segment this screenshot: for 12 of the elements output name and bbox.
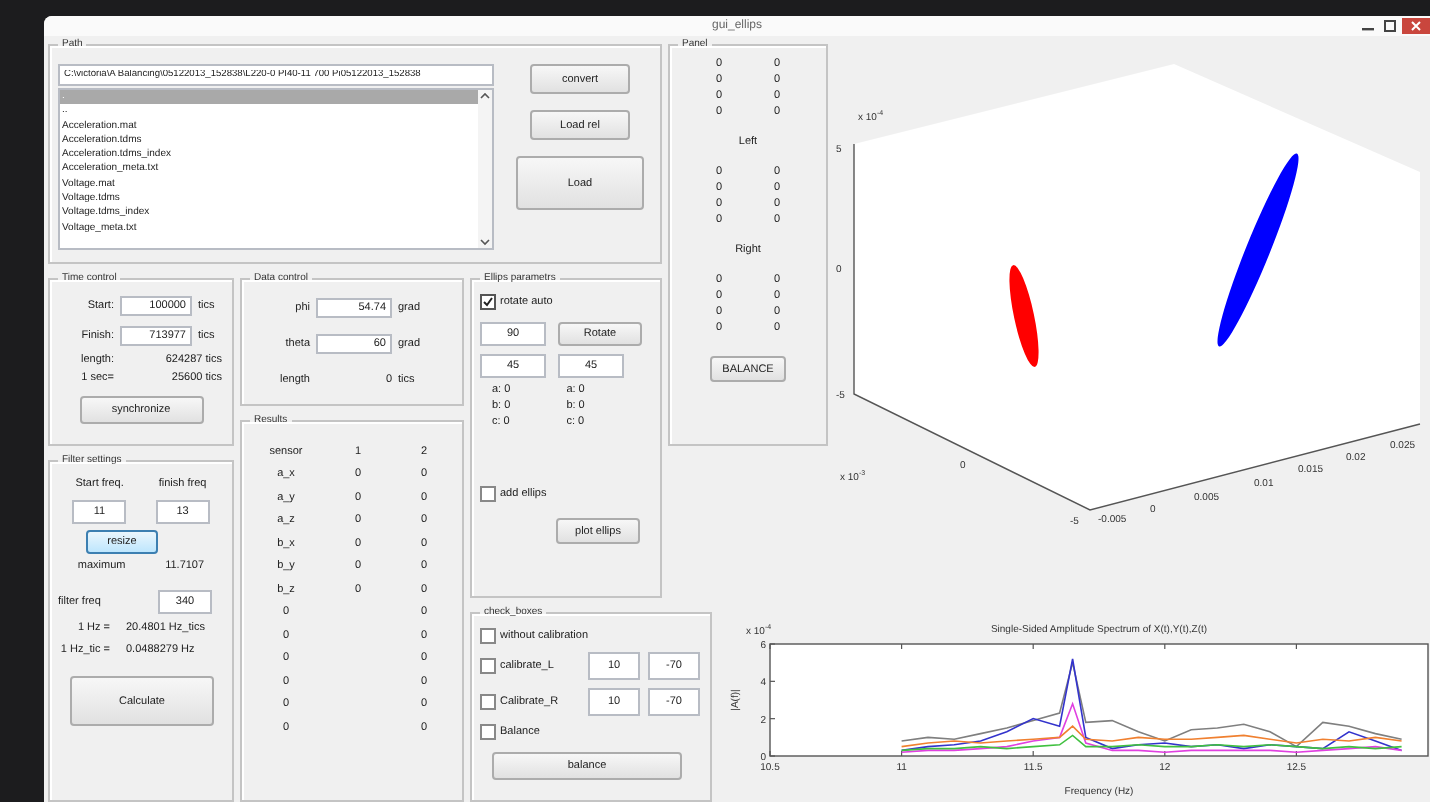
scroll-up-icon[interactable]: [478, 90, 492, 102]
checkbox[interactable]: [480, 486, 496, 502]
scroll-down-icon[interactable]: [478, 236, 492, 248]
checkbox[interactable]: [480, 694, 496, 710]
checkbox[interactable]: [480, 658, 496, 674]
maximize-icon[interactable]: [1380, 18, 1400, 34]
checkbox[interactable]: [480, 724, 496, 740]
checkbox[interactable]: [480, 294, 496, 310]
point-cloud: [1009, 265, 1039, 367]
scrollbar[interactable]: [478, 90, 492, 248]
checkbox[interactable]: [480, 628, 496, 644]
close-icon[interactable]: [1402, 18, 1430, 34]
